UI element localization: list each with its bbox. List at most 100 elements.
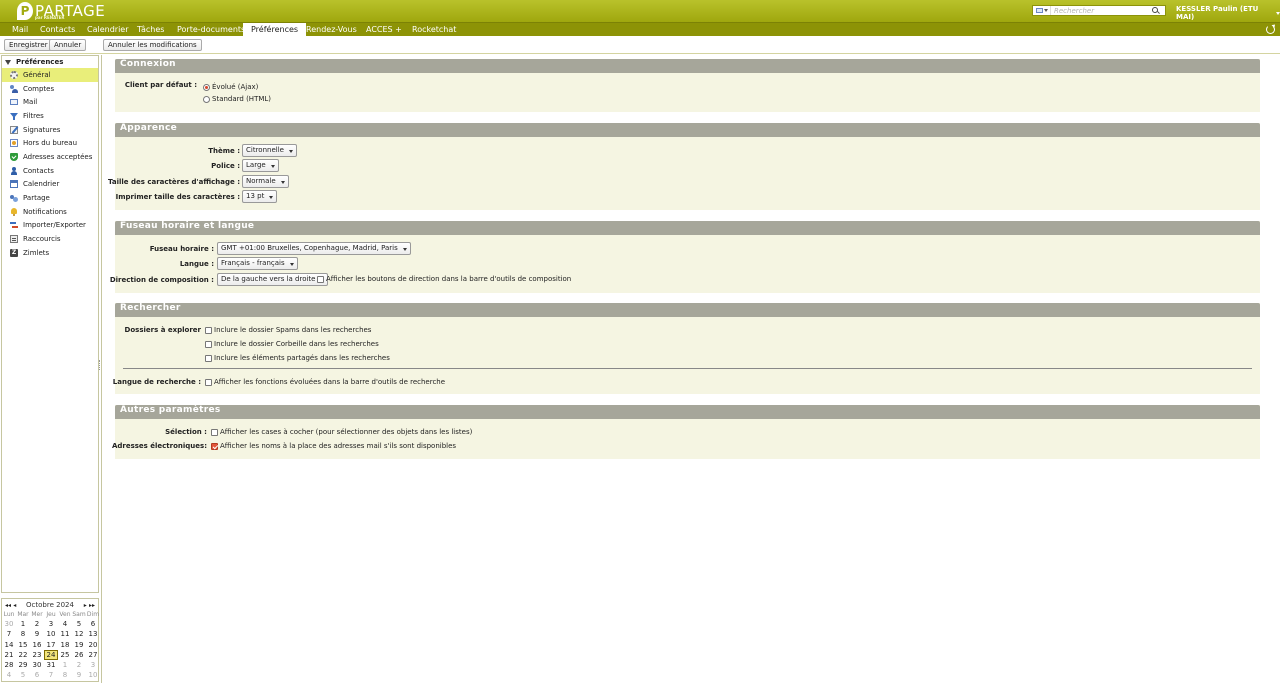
client-html-option[interactable]: Standard (HTML) (203, 95, 271, 103)
tab-calendar[interactable]: Calendrier (79, 23, 137, 37)
timezone-select[interactable]: GMT +01:00 Bruxelles, Copenhague, Madrid… (217, 242, 411, 255)
tab-rocketchat[interactable]: Rocketchat (404, 23, 464, 37)
calendar-day[interactable]: 9 (30, 629, 44, 639)
tab-appointments[interactable]: Rendez-Vous (298, 23, 365, 37)
calendar-day[interactable]: 22 (16, 650, 30, 660)
sidebar-item-accepted-addresses[interactable]: Adresses acceptées (2, 150, 98, 164)
undo-changes-button[interactable]: Annuler les modifications (103, 39, 202, 51)
calendar-day[interactable]: 30 (2, 619, 16, 629)
sidebar-item-signatures[interactable]: Signatures (2, 123, 98, 137)
calendar-day[interactable]: 8 (16, 629, 30, 639)
calendar-day[interactable]: 16 (30, 640, 44, 650)
sidebar-item-out-of-office[interactable]: Hors du bureau (2, 136, 98, 150)
sidebar-item-sharing[interactable]: Partage (2, 191, 98, 205)
calendar-day[interactable]: 15 (16, 640, 30, 650)
calendar-day[interactable]: 31 (44, 660, 58, 670)
sidebar-item-zimlets[interactable]: Z Zimlets (2, 246, 98, 260)
calendar-day[interactable]: 6 (86, 619, 100, 629)
compose-direction-select[interactable]: De la gauche vers la droite (217, 273, 329, 286)
search-input[interactable] (1051, 6, 1151, 15)
print-size-select[interactable]: 13 pt (242, 190, 278, 203)
tab-contacts[interactable]: Contacts (32, 23, 83, 37)
checkbox[interactable] (205, 354, 212, 362)
calendar-day[interactable]: 2 (72, 660, 86, 670)
sidebar-header[interactable]: Préférences (2, 56, 98, 68)
calendar-day[interactable]: 10 (86, 670, 100, 680)
calendar-day[interactable]: 19 (72, 640, 86, 650)
user-menu[interactable]: KESSLER Paulin (ETU MAI) (1176, 5, 1280, 21)
calendar-day[interactable]: 29 (16, 660, 30, 670)
calendar-day-today[interactable]: 24 (44, 649, 58, 661)
calendar-day[interactable]: 4 (58, 619, 72, 629)
calendar-day[interactable]: 17 (44, 640, 58, 650)
direction-buttons-option[interactable]: Afficher les boutons de direction dans l… (317, 275, 571, 283)
theme-select[interactable]: Citronnelle (242, 144, 297, 157)
sidebar-item-calendar[interactable]: Calendrier (2, 178, 98, 192)
sidebar-item-import-export[interactable]: Importer/Exporter (2, 219, 98, 233)
next-month-icon[interactable]: ▸ (84, 602, 87, 609)
calendar-day[interactable]: 12 (72, 629, 86, 639)
cancel-button[interactable]: Annuler (49, 39, 87, 51)
calendar-day[interactable]: 13 (86, 629, 100, 639)
sidebar-item-general[interactable]: Général (2, 68, 98, 82)
calendar-day[interactable]: 4 (2, 670, 16, 680)
checkbox-checked[interactable] (211, 442, 218, 450)
calendar-day[interactable]: 1 (16, 619, 30, 629)
show-checkboxes-option[interactable]: Afficher les cases à cocher (pour sélect… (211, 428, 472, 436)
show-names-option[interactable]: Afficher les noms à la place des adresse… (211, 442, 456, 450)
calendar-day[interactable]: 25 (58, 650, 72, 660)
next-year-icon[interactable]: ▸▸ (89, 602, 95, 609)
calendar-day[interactable]: 23 (30, 650, 44, 660)
search-icon[interactable] (1151, 6, 1161, 16)
calendar-day[interactable]: 11 (58, 629, 72, 639)
refresh-icon[interactable] (1266, 25, 1275, 34)
client-ajax-option[interactable]: Évolué (Ajax) (203, 83, 258, 91)
calendar-day[interactable]: 30 (30, 660, 44, 670)
calendar-day[interactable]: 14 (2, 640, 16, 650)
include-trash-option[interactable]: Inclure le dossier Corbeille dans les re… (205, 340, 379, 348)
mini-calendar-title[interactable]: Octobre 2024 (26, 601, 74, 609)
calendar-day[interactable]: 2 (30, 619, 44, 629)
include-spam-option[interactable]: Inclure le dossier Spams dans les recher… (205, 326, 371, 334)
save-button[interactable]: Enregistrer (4, 39, 53, 51)
calendar-day[interactable]: 7 (44, 670, 58, 680)
sidebar-item-filters[interactable]: Filtres (2, 109, 98, 123)
calendar-day[interactable]: 27 (86, 650, 100, 660)
tab-tasks[interactable]: Tâches (129, 23, 172, 37)
checkbox[interactable] (211, 428, 218, 436)
tab-acces-plus[interactable]: ACCES + (358, 23, 410, 37)
app-logo[interactable]: P PARTAGE par RENATER (17, 1, 105, 21)
calendar-day[interactable]: 28 (2, 660, 16, 670)
calendar-day[interactable]: 3 (86, 660, 100, 670)
checkbox[interactable] (317, 275, 324, 283)
sidebar-item-mail[interactable]: Mail (2, 95, 98, 109)
include-shared-option[interactable]: Inclure les éléments partagés dans les r… (205, 354, 390, 362)
calendar-day[interactable]: 6 (30, 670, 44, 680)
calendar-day[interactable]: 18 (58, 640, 72, 650)
search-type-dropdown[interactable] (1033, 6, 1051, 15)
prev-month-icon[interactable]: ◂ (13, 602, 16, 609)
sidebar-item-notifications[interactable]: Notifications (2, 205, 98, 219)
expand-icon[interactable] (5, 59, 11, 65)
language-select[interactable]: Français - français (217, 257, 298, 270)
calendar-day[interactable]: 20 (86, 640, 100, 650)
calendar-day[interactable]: 9 (72, 670, 86, 680)
font-select[interactable]: Large (242, 159, 279, 172)
calendar-day[interactable]: 5 (16, 670, 30, 680)
checkbox[interactable] (205, 340, 212, 348)
calendar-day[interactable]: 10 (44, 629, 58, 639)
sidebar-item-shortcuts[interactable]: Raccourcis (2, 232, 98, 246)
calendar-day[interactable]: 7 (2, 629, 16, 639)
calendar-day[interactable]: 3 (44, 619, 58, 629)
advanced-search-option[interactable]: Afficher les fonctions évoluées dans la … (205, 378, 445, 386)
tab-preferences[interactable]: Préférences (243, 23, 307, 38)
display-size-select[interactable]: Normale (242, 175, 289, 188)
tab-briefcase[interactable]: Porte-documents (169, 23, 253, 37)
calendar-day[interactable]: 26 (72, 650, 86, 660)
prev-year-icon[interactable]: ◂◂ (5, 602, 11, 609)
calendar-day[interactable]: 21 (2, 650, 16, 660)
checkbox[interactable] (205, 326, 212, 334)
radio-button[interactable] (203, 95, 210, 103)
radio-button[interactable] (203, 83, 210, 91)
sidebar-item-contacts[interactable]: Contacts (2, 164, 98, 178)
